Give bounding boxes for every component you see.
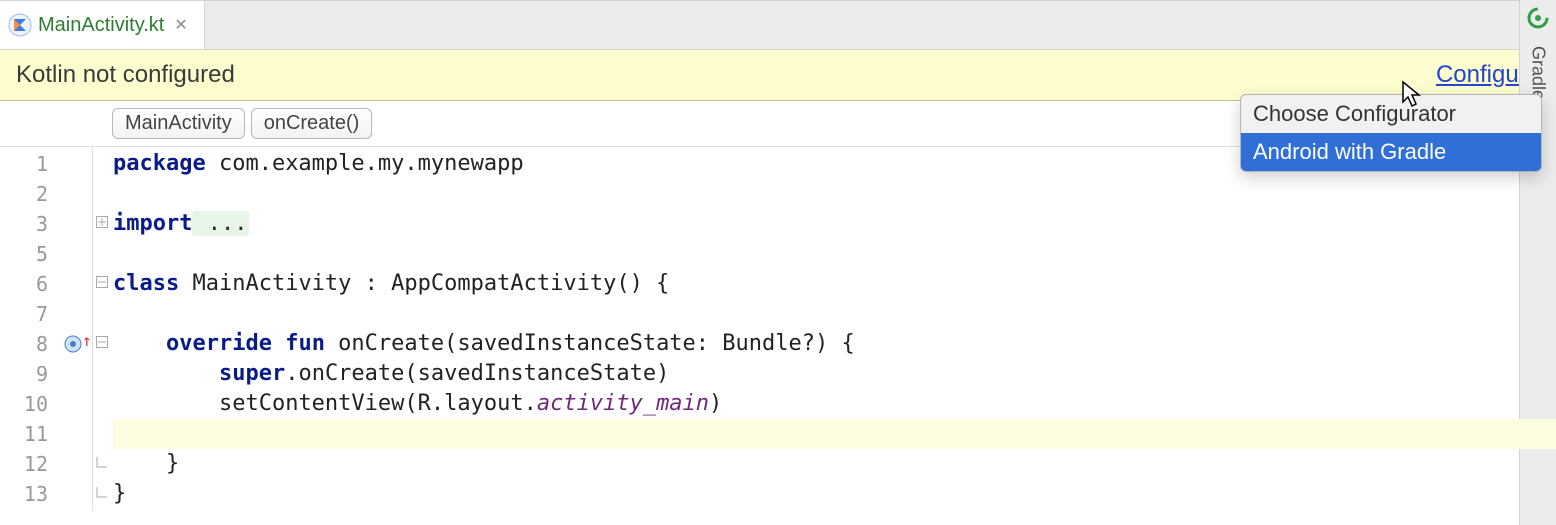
editor-tab-bar: MainActivity.kt ✕ <box>0 0 1556 50</box>
keyword-import: import <box>113 211 192 236</box>
keyword-override: override <box>166 331 272 356</box>
folded-imports[interactable]: ... <box>192 211 249 236</box>
close-brace-outer: } <box>113 481 126 506</box>
override-up-arrow-icon: ↑ <box>82 331 92 350</box>
keyword-package: package <box>113 151 206 176</box>
configurator-popup: Choose Configurator Android with Gradle <box>1240 94 1542 172</box>
keyword-fun: fun <box>272 331 325 356</box>
code-editor[interactable]: 1 2 3 5 6 7 8 9 10 11 12 13 ↑ <box>0 147 1556 511</box>
fold-gutter <box>93 147 111 511</box>
line-number: 7 <box>0 299 48 329</box>
package-name: com.example.my.mynewapp <box>206 151 524 176</box>
keyword-class: class <box>113 271 179 296</box>
line-number: 11 <box>0 419 48 449</box>
line-number: 6 <box>0 269 48 299</box>
line-number: 9 <box>0 359 48 389</box>
tab-filename: MainActivity.kt <box>38 14 164 37</box>
popup-title: Choose Configurator <box>1241 95 1541 133</box>
notification-message: Kotlin not configured <box>16 61 235 89</box>
kotlin-file-icon <box>8 13 32 37</box>
gradle-tool-label[interactable]: Gradle <box>1528 46 1549 100</box>
popup-item-android-gradle[interactable]: Android with Gradle <box>1241 133 1541 171</box>
gutter-marks: ↑ <box>56 147 93 511</box>
highlighted-line <box>113 419 1556 449</box>
line-number: 8 <box>0 329 48 359</box>
collapse-fold-icon[interactable] <box>93 327 111 357</box>
breadcrumb-method[interactable]: onCreate() <box>251 108 373 139</box>
line-number: 2 <box>0 179 48 209</box>
override-marker-icon[interactable] <box>62 333 84 355</box>
expand-fold-icon[interactable] <box>93 207 111 237</box>
setcontentview-call: setContentView(R.layout. <box>219 391 537 416</box>
line-number-gutter: 1 2 3 5 6 7 8 9 10 11 12 13 <box>0 147 56 511</box>
keyword-super: super <box>219 361 285 386</box>
fold-end-icon[interactable] <box>93 477 111 507</box>
collapse-fold-icon[interactable] <box>93 267 111 297</box>
breadcrumb-class[interactable]: MainActivity <box>112 108 245 139</box>
class-signature: MainActivity : AppCompatActivity() { <box>179 271 669 296</box>
setcontentview-close: ) <box>709 391 722 416</box>
line-number: 5 <box>0 239 48 269</box>
line-number: 1 <box>0 149 48 179</box>
line-number: 10 <box>0 389 48 419</box>
line-number: 13 <box>0 479 48 509</box>
close-brace-inner: } <box>113 451 179 476</box>
line-number: 12 <box>0 449 48 479</box>
close-tab-icon[interactable]: ✕ <box>170 15 191 35</box>
code-body[interactable]: package com.example.my.mynewapp import .… <box>111 147 1556 511</box>
line-number: 3 <box>0 209 48 239</box>
editor-tab-mainactivity[interactable]: MainActivity.kt ✕ <box>0 1 205 49</box>
layout-resource: activity_main <box>537 391 709 416</box>
super-call: .onCreate(savedInstanceState) <box>285 361 669 386</box>
fold-end-icon[interactable] <box>93 447 111 477</box>
gradle-icon <box>1526 6 1550 36</box>
oncreate-signature: onCreate(savedInstanceState: Bundle?) { <box>325 331 855 356</box>
